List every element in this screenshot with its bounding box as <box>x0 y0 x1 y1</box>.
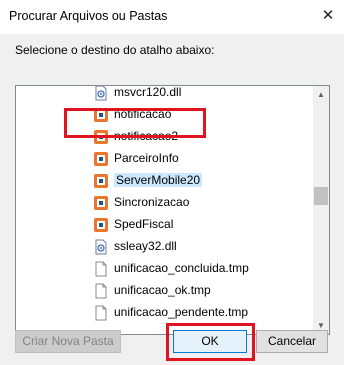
app-orange-icon <box>93 151 109 167</box>
tree-item[interactable]: Sincronizacao <box>16 192 312 214</box>
tree-item[interactable]: ParceiroInfo <box>16 148 312 170</box>
tree-item-label: ParceiroInfo <box>114 151 179 165</box>
app-orange-icon <box>93 217 109 233</box>
app-orange-icon <box>93 195 109 211</box>
tree-item-label: ssleay32.dll <box>114 239 177 253</box>
tree-item-label: msvcr120.dll <box>114 85 182 99</box>
vertical-scrollbar[interactable]: ▲ ▼ <box>313 86 329 334</box>
tree-item-label: Sincronizacao <box>114 195 190 209</box>
tree-item[interactable]: unificacao_ok.tmp <box>16 280 312 302</box>
dialog-body: Selecione o destino do atalho abaixo: un… <box>0 34 344 365</box>
blank-file-icon <box>93 305 109 321</box>
tree-item-label: ServerMobile20 <box>114 173 203 187</box>
tree-item[interactable]: ssleay32.dll <box>16 236 312 258</box>
tree-item-label: unificacao_ok.tmp <box>114 283 211 297</box>
cancel-button[interactable]: Cancelar <box>256 330 328 353</box>
title-bar: Procurar Arquivos ou Pastas ✕ <box>0 0 344 34</box>
instruction-text: Selecione o destino do atalho abaixo: <box>15 43 215 57</box>
window-title: Procurar Arquivos ou Pastas <box>9 9 168 23</box>
selection-highlight-box <box>64 108 206 138</box>
tree-item[interactable]: SpedFiscal <box>16 214 312 236</box>
tree-item-label: SpedFiscal <box>114 217 174 231</box>
blank-file-icon <box>93 261 109 277</box>
ok-highlight-box <box>166 323 255 361</box>
tree-item-label: unificacao_pendente.tmp <box>114 305 249 319</box>
tree-item[interactable]: ServerMobile20 <box>16 170 312 192</box>
tree-item[interactable]: msvcr120.dll <box>16 85 312 104</box>
tree-item[interactable]: unificacao_concluida.tmp <box>16 258 312 280</box>
close-icon[interactable]: ✕ <box>320 8 336 24</box>
dll-file-icon <box>93 239 109 255</box>
new-folder-button[interactable]: Criar Nova Pasta <box>15 330 121 353</box>
dll-file-icon <box>93 86 109 101</box>
scroll-thumb[interactable] <box>314 187 328 205</box>
blank-file-icon <box>93 283 109 299</box>
scroll-up-icon[interactable]: ▲ <box>313 86 329 103</box>
tree-item-label: unificacao_concluida.tmp <box>114 261 249 275</box>
tree-item[interactable]: unificacao_pendente.tmp <box>16 302 312 324</box>
app-orange-icon <box>93 173 109 189</box>
